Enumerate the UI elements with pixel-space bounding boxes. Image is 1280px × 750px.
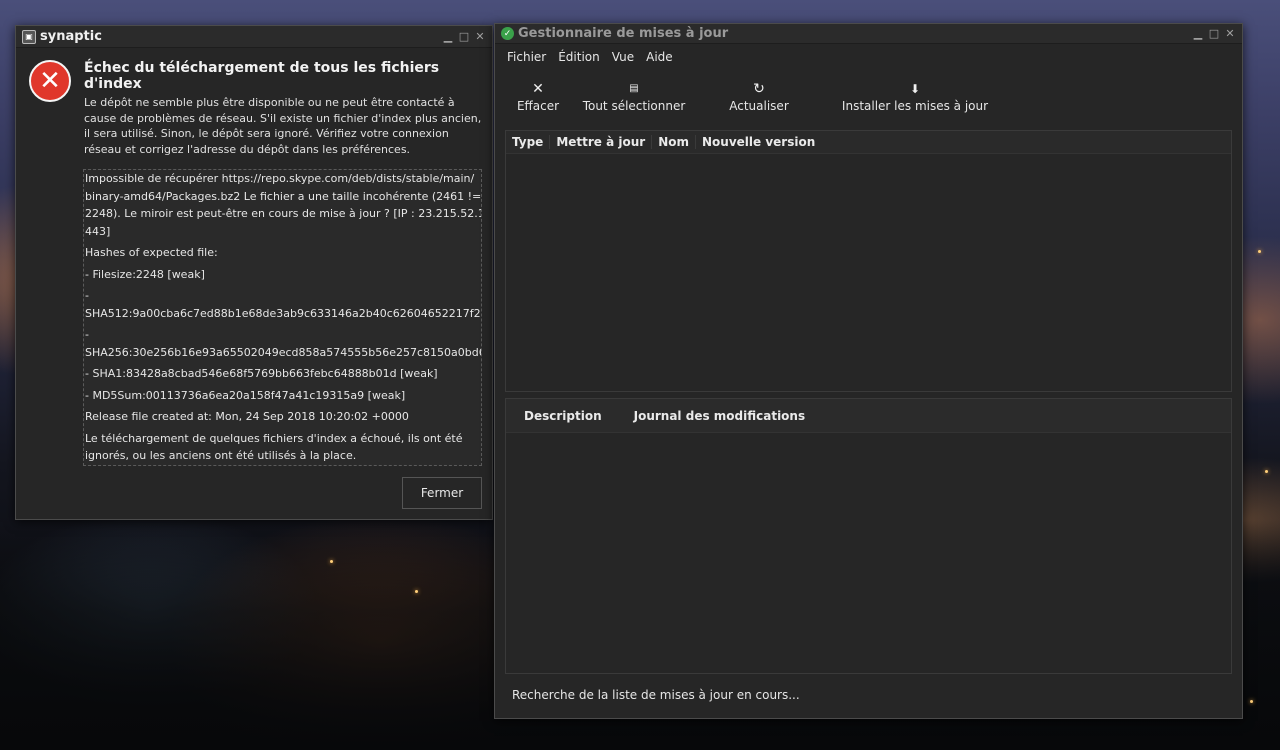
clear-label: Effacer: [516, 99, 560, 113]
info-tabs: Description Journal des modifications: [506, 399, 1231, 433]
shield-icon: ✓: [501, 27, 514, 40]
detail-line: 2248). Le miroir est peut-être en cours …: [85, 207, 482, 220]
synaptic-error-dialog: ▣ synaptic ▁ □ ✕ ✕ Échec du téléchargeme…: [15, 25, 493, 520]
minimize-icon[interactable]: ▁: [1192, 27, 1204, 40]
detail-line: SHA256:30e256b16e93a65502049ecd858a57455…: [85, 345, 482, 359]
menu-vue[interactable]: Vue: [606, 50, 640, 70]
dialog-message: Le dépôt ne semble plus être disponible …: [84, 96, 482, 156]
detail-line: - Filesize:2248 [weak]: [85, 267, 205, 281]
dialog-titlebar[interactable]: ▣ synaptic ▁ □ ✕: [16, 26, 492, 48]
column-new-version[interactable]: Nouvelle version: [696, 135, 821, 149]
detail-line: Hashes of expected file:: [85, 246, 218, 259]
refresh-label: Actualiser: [729, 99, 789, 113]
install-icon: ⬇: [909, 82, 921, 96]
close-button[interactable]: Fermer: [402, 477, 482, 509]
error-icon: ✕: [29, 60, 71, 102]
close-icon[interactable]: ✕: [474, 30, 486, 43]
updates-list[interactable]: Type Mettre à jour Nom Nouvelle version: [505, 130, 1232, 392]
detail-line: Release file created at: Mon, 24 Sep 201…: [85, 410, 409, 423]
detail-line: 443]: [85, 224, 111, 238]
refresh-button[interactable]: ↻ Actualiser: [705, 79, 813, 123]
detail-line: -: [85, 289, 89, 302]
error-details-box[interactable]: Impossible de récupérer https://repo.sky…: [83, 169, 482, 466]
maximize-icon[interactable]: □: [458, 30, 470, 43]
toolbar: ✕ Effacer ▤ Tout sélectionner ↻ Actualis…: [505, 79, 995, 123]
update-manager-window: ✓ Gestionnaire de mises à jour ▁ □ ✕ Fic…: [494, 23, 1243, 719]
menu-edition[interactable]: Édition: [552, 50, 606, 70]
updater-title: Gestionnaire de mises à jour: [518, 26, 729, 41]
synaptic-app-icon: ▣: [22, 29, 36, 44]
menubar: Fichier Édition Vue Aide: [495, 44, 1242, 70]
minimize-icon[interactable]: ▁: [442, 30, 454, 43]
checklist-icon: ▤: [629, 83, 639, 94]
detail-line: - MD5Sum:00113736a6ea20a158f47a41c19315a…: [85, 388, 406, 402]
wallpaper-light: [1250, 700, 1253, 703]
list-header: Type Mettre à jour Nom Nouvelle version: [506, 131, 1231, 154]
updater-titlebar[interactable]: ✓ Gestionnaire de mises à jour ▁ □ ✕: [495, 24, 1242, 44]
refresh-icon: ↻: [753, 81, 765, 97]
column-type[interactable]: Type: [506, 135, 551, 149]
menu-fichier[interactable]: Fichier: [501, 50, 552, 70]
dialog-title: synaptic: [40, 29, 102, 44]
tab-changelog[interactable]: Journal des modifications: [616, 409, 820, 423]
wallpaper-light: [415, 590, 418, 593]
detail-line: - SHA1:83428a8cbad546e68f5769bb663febc64…: [85, 367, 438, 380]
detail-line: binary-amd64/Packages.bz2 Le fichier a u…: [85, 189, 482, 203]
close-icon[interactable]: ✕: [1224, 27, 1236, 40]
dialog-heading: Échec du téléchargement de tous les fich…: [84, 60, 440, 92]
wallpaper-light: [330, 560, 333, 563]
tab-description[interactable]: Description: [506, 409, 616, 423]
column-name[interactable]: Nom: [652, 135, 696, 149]
info-panel: Description Journal des modifications: [505, 398, 1232, 674]
close-icon: ✕: [532, 81, 544, 97]
maximize-icon[interactable]: □: [1208, 27, 1220, 40]
status-text: Recherche de la liste de mises à jour en…: [512, 688, 800, 702]
column-update[interactable]: Mettre à jour: [550, 135, 653, 149]
select-all-label: Tout sélectionner: [582, 99, 686, 113]
wallpaper-light: [1265, 470, 1268, 473]
detail-line: Le téléchargement de quelques fichiers d…: [85, 431, 463, 463]
detail-line: SHA512:9a00cba6c7ed88b1e68de3ab9c633146a…: [85, 306, 482, 320]
detail-line: -: [85, 328, 89, 341]
detail-line: Impossible de récupérer https://repo.sky…: [85, 172, 475, 185]
install-updates-button[interactable]: ⬇ Installer les mises à jour: [835, 79, 995, 123]
wallpaper-light: [1258, 250, 1261, 253]
menu-aide[interactable]: Aide: [640, 50, 679, 70]
clear-button[interactable]: ✕ Effacer: [505, 79, 571, 123]
select-all-button[interactable]: ▤ Tout sélectionner: [571, 79, 697, 123]
install-label: Installer les mises à jour: [841, 99, 989, 113]
